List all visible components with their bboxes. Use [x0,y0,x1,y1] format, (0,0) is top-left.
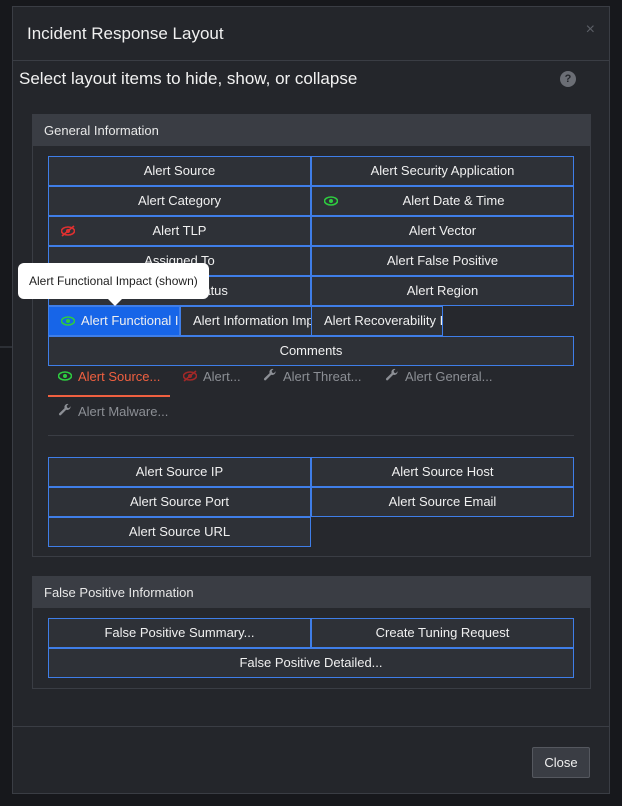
tab-alert-source[interactable]: Alert Source... [48,363,170,397]
cell-alert-source-host[interactable]: Alert Source Host [311,457,574,487]
tab-label: Alert Source... [78,369,161,384]
eye-hidden-icon [182,364,199,392]
cell-alert-region[interactable]: Alert Region [311,276,574,306]
modal-header: Incident Response Layout × [13,7,609,61]
eye-shown-icon [323,187,339,215]
tab-alert[interactable]: Alert... [182,363,241,397]
eye-hidden-icon [60,217,76,245]
tab-label: Alert... [203,369,241,384]
cell-false-positive-detailed[interactable]: False Positive Detailed... [48,648,574,678]
footer-divider [13,726,610,727]
cell-alert-false-positive[interactable]: Alert False Positive [311,246,574,276]
close-button[interactable]: Close [532,747,590,778]
cell-label: Alert Date & Time [402,193,505,208]
cell-comments[interactable]: Comments [48,336,574,366]
tab-label: Alert General... [405,369,493,384]
cell-alert-source-port[interactable]: Alert Source Port [48,487,311,517]
tabs-divider [48,435,574,436]
cell-alert-source-email[interactable]: Alert Source Email [311,487,574,517]
wrench-icon [58,399,74,427]
eye-shown-icon [57,364,74,392]
eye-shown-icon [60,307,76,335]
tab-label: Alert Threat... [283,369,362,384]
tab-alert-threat[interactable]: Alert Threat... [263,363,362,397]
false-positive-header: False Positive Information [33,577,590,608]
cell-alert-category[interactable]: Alert Category [48,186,311,216]
modal-title: Incident Response Layout [27,24,224,43]
backdrop-divider [0,346,12,348]
cell-alert-security-application[interactable]: Alert Security Application [311,156,574,186]
cell-alert-source[interactable]: Alert Source [48,156,311,186]
cell-create-tuning-request[interactable]: Create Tuning Request [311,618,574,648]
wrench-icon [263,364,279,392]
cell-alert-functional-impact[interactable]: Alert Functional Impact [48,306,180,336]
tab-alert-general[interactable]: Alert General... [385,363,492,397]
help-icon[interactable]: ? [560,71,576,87]
cell-alert-source-url[interactable]: Alert Source URL [48,517,311,547]
cell-alert-source-ip[interactable]: Alert Source IP [48,457,311,487]
general-information-header: General Information [33,115,590,146]
cell-alert-tlp[interactable]: Alert TLP [48,216,311,246]
cell-alert-vector[interactable]: Alert Vector [311,216,574,246]
tab-label: Alert Malware... [78,404,169,419]
cell-label: Alert TLP [152,223,207,238]
cell-alert-information-impact[interactable]: Alert Information Impact [180,306,312,336]
cell-false-positive-summary[interactable]: False Positive Summary... [48,618,311,648]
close-icon[interactable]: × [586,21,595,39]
cell-label: Alert Functional Impact [81,313,179,328]
modal-subtitle: Select layout items to hide, show, or co… [19,69,358,88]
tooltip: Alert Functional Impact (shown) [18,263,209,306]
cell-alert-recoverability-impact[interactable]: Alert Recoverability Impact [311,306,443,336]
cell-alert-date-time[interactable]: Alert Date & Time [311,186,574,216]
wrench-icon [385,364,401,392]
tab-alert-malware[interactable]: Alert Malware... [58,398,168,432]
